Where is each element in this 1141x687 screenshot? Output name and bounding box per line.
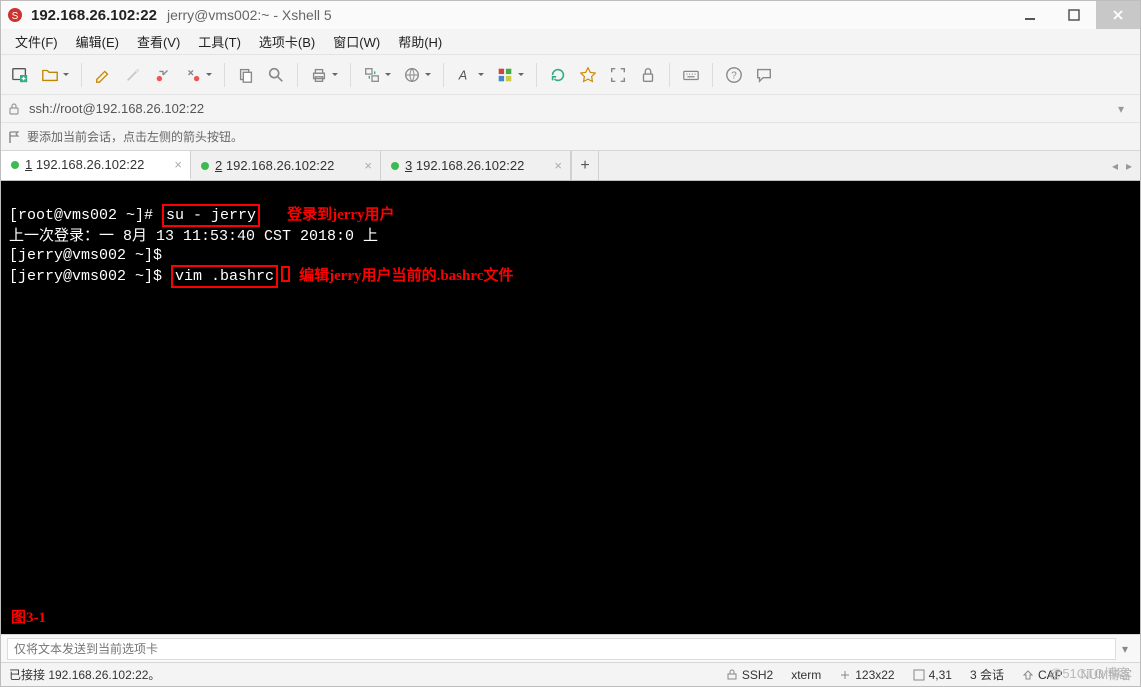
highlighted-command: su - jerry [162,204,260,227]
send-bar: ▾ [1,634,1140,662]
svg-text:S: S [12,11,19,22]
tab-close-icon[interactable]: × [554,158,562,173]
disconnect-icon[interactable] [180,61,216,89]
chat-icon[interactable] [751,61,777,89]
menu-tabs[interactable]: 选项卡(B) [251,28,323,55]
menu-help[interactable]: 帮助(H) [390,28,450,55]
status-size: 123x22 [839,668,894,682]
status-caps: CAP [1022,668,1063,682]
status-connected: 已接接 192.168.26.102:22。 [9,666,160,683]
tab-close-icon[interactable]: × [364,158,372,173]
prompt: [root@vms002 ~]# [9,207,153,224]
title-bar: S 192.168.26.102:22 jerry@vms002:~ - Xsh… [1,1,1140,29]
annotation: 编辑jerry用户当前的.bashrc文件 [299,268,513,284]
annotation: 登录到jerry用户 [287,207,394,223]
minimize-button[interactable] [1008,1,1052,29]
close-button[interactable] [1096,1,1140,29]
keyboard-icon[interactable] [678,61,704,89]
tab-close-icon[interactable]: × [174,157,182,172]
menu-view[interactable]: 查看(V) [129,28,188,55]
title-rest: jerry@vms002:~ - Xshell 5 [167,7,332,23]
svg-text:?: ? [731,70,737,81]
status-protocol: SSH2 [726,668,773,682]
tabs-row: 1 192.168.26.102:22 × 2 192.168.26.102:2… [1,151,1140,181]
help-icon[interactable]: ? [721,61,747,89]
font-icon[interactable]: A [452,61,488,89]
cursor-icon [281,266,290,282]
menu-tools[interactable]: 工具(T) [190,28,249,55]
hint-text: 要添加当前会话，点击左侧的箭头按钮。 [27,128,243,145]
status-num: NUM博客 [1081,666,1132,683]
new-window-icon[interactable] [7,61,33,89]
address-dropdown-icon[interactable]: ▾ [1118,102,1134,116]
status-dot-icon [201,162,209,170]
prompt: [jerry@vms002 ~]$ [9,247,162,264]
copy-icon[interactable] [233,61,259,89]
address-input[interactable] [29,101,1118,116]
color-scheme-icon[interactable] [492,61,528,89]
new-tab-button[interactable]: + [571,151,599,180]
terminal-area[interactable]: [root@vms002 ~]# su - jerry 登录到jerry用户 上… [1,181,1140,634]
reconnect-icon[interactable] [150,61,176,89]
svg-text:A: A [458,68,467,82]
menu-window[interactable]: 窗口(W) [325,28,388,55]
status-bar: 已接接 192.168.26.102:22。 SSH2 xterm 123x22… [1,662,1140,686]
status-dot-icon [391,162,399,170]
highlighted-command: vim .bashrc [171,265,278,288]
status-sessions: 3 会话 [970,666,1004,683]
prompt: [jerry@vms002 ~]$ [9,268,162,285]
status-dot-icon [11,161,19,169]
favorite-icon[interactable] [575,61,601,89]
maximize-button[interactable] [1052,1,1096,29]
menu-bar: 文件(F) 编辑(E) 查看(V) 工具(T) 选项卡(B) 窗口(W) 帮助(… [1,29,1140,55]
tab-2[interactable]: 2 192.168.26.102:22 × [191,151,381,180]
toolbar: A ? [1,55,1140,95]
open-folder-icon[interactable] [37,61,73,89]
tab-1[interactable]: 1 192.168.26.102:22 × [1,151,191,180]
magic-wand-icon[interactable] [120,61,146,89]
tab-next-icon[interactable]: ▸ [1126,159,1132,173]
refresh-icon[interactable] [545,61,571,89]
terminal-output: 上一次登录：一 8月 13 11:53:40 CST 2018:0 上 [9,228,378,245]
menu-edit[interactable]: 编辑(E) [68,28,127,55]
ssh-lock-icon [7,102,21,116]
menu-file[interactable]: 文件(F) [7,28,66,55]
globe-icon[interactable] [399,61,435,89]
send-mode-dropdown-icon[interactable]: ▾ [1116,642,1134,656]
app-icon: S [7,7,23,23]
edit-icon[interactable] [90,61,116,89]
figure-label: 图3-1 [11,609,46,628]
status-term: xterm [791,668,821,682]
tab-prev-icon[interactable]: ◂ [1112,159,1118,173]
print-icon[interactable] [306,61,342,89]
send-input[interactable] [7,638,1116,660]
file-transfer-icon[interactable] [359,61,395,89]
status-pos: 4,31 [913,668,952,682]
session-hint-bar: 要添加当前会话，点击左侧的箭头按钮。 [1,123,1140,151]
fullscreen-icon[interactable] [605,61,631,89]
search-icon[interactable] [263,61,289,89]
title-host: 192.168.26.102:22 [31,7,157,24]
tab-3[interactable]: 3 192.168.26.102:22 × [381,151,571,180]
address-bar: ▾ [1,95,1140,123]
flag-icon[interactable] [7,130,21,144]
lock-icon[interactable] [635,61,661,89]
